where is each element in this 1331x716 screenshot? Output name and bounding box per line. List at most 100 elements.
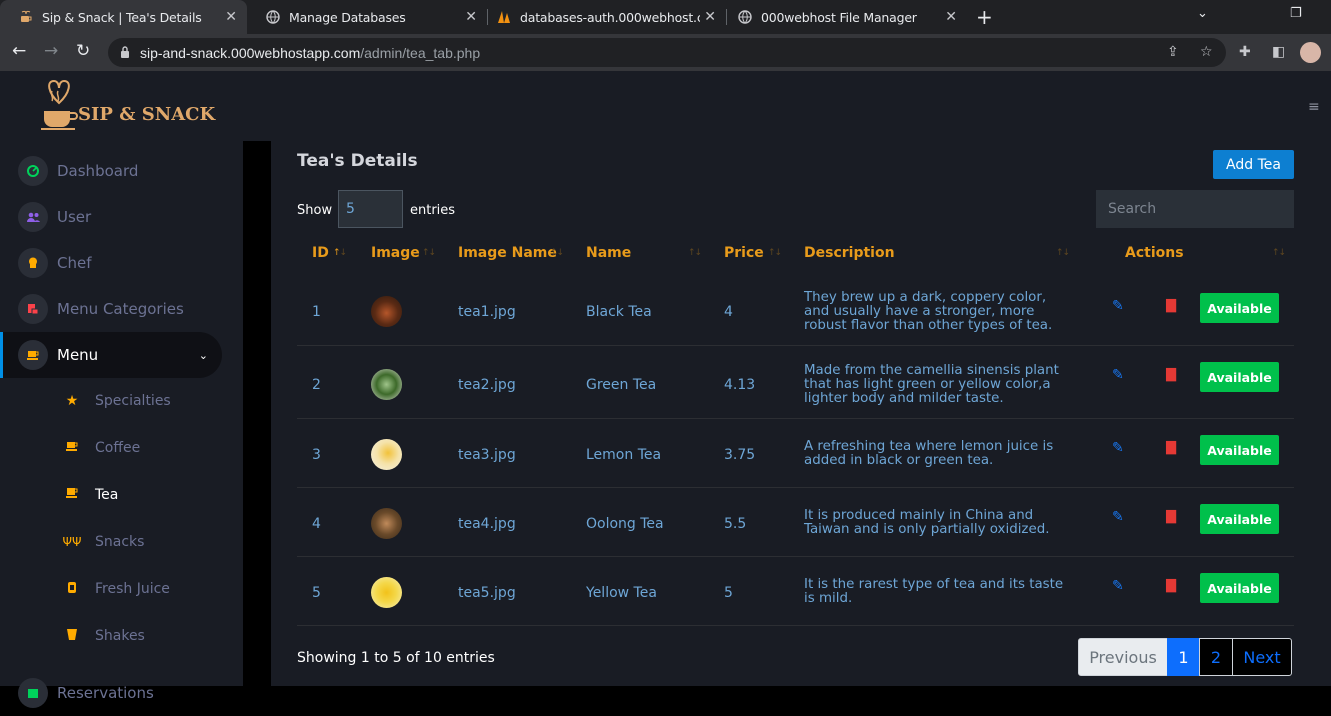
add-tea-button[interactable]: Add Tea [1213, 150, 1294, 179]
available-button[interactable]: Available [1200, 573, 1279, 603]
back-icon[interactable]: ← [12, 41, 26, 61]
cell-image-name: tea4.jpg [458, 516, 516, 532]
browser-tab[interactable]: Manage Databases ✕ [247, 0, 487, 34]
column-header-id[interactable]: ID [312, 245, 329, 261]
tab-title: databases-auth.000webhost.com [520, 9, 700, 25]
delete-trash-icon[interactable]: ▇ [1166, 367, 1176, 382]
tea-thumbnail [371, 577, 402, 608]
tea-thumbnail [371, 369, 402, 400]
extensions-icon[interactable]: ✚ [1239, 44, 1251, 60]
delete-trash-icon[interactable]: ▇ [1166, 298, 1176, 313]
entries-select[interactable]: 5 [338, 190, 403, 228]
cell-image-name: tea3.jpg [458, 447, 516, 463]
sort-icon: ↑↓ [1056, 248, 1070, 258]
edit-pencil-icon[interactable]: ✎ [1112, 367, 1124, 383]
sidebar-item-menu-categories[interactable]: Menu Categories [18, 286, 184, 332]
page-2-button[interactable]: 2 [1199, 638, 1233, 676]
tab-search-icon[interactable]: ⌄ [1197, 6, 1208, 21]
sidebar-subitem-snacks[interactable]: ΨΨ Snacks [62, 527, 145, 557]
reload-icon[interactable]: ↻ [76, 41, 90, 61]
star-icon: ★ [65, 393, 79, 409]
sidebar-subitem-coffee[interactable]: Coffee [62, 433, 140, 463]
edit-pencil-icon[interactable]: ✎ [1112, 578, 1124, 594]
chevron-down-icon: ⌄ [198, 348, 208, 362]
close-tab-icon[interactable]: ✕ [941, 9, 961, 25]
tab-title: Sip & Snack | Tea's Details [42, 9, 202, 25]
tea-icon [62, 487, 82, 503]
edit-pencil-icon[interactable]: ✎ [1112, 509, 1124, 525]
sidebar-subitem-shakes[interactable]: Shakes [62, 621, 145, 651]
coffee-icon [62, 440, 82, 456]
available-button[interactable]: Available [1200, 504, 1279, 534]
side-panel-icon[interactable]: ◧ [1272, 44, 1285, 60]
sidebar-subitem-fresh-juice[interactable]: Fresh Juice [62, 574, 170, 604]
next-page-button[interactable]: Next [1232, 638, 1292, 676]
column-header-name[interactable]: Name [586, 245, 631, 261]
show-label: Show [297, 203, 333, 218]
column-header-price[interactable]: Price [724, 245, 764, 261]
menu-book-icon [18, 294, 48, 324]
pagination: Previous 1 2 Next [1078, 638, 1292, 676]
profile-avatar[interactable] [1300, 42, 1321, 63]
snacks-icon: ΨΨ [62, 535, 82, 549]
close-tab-icon[interactable]: ✕ [461, 9, 481, 25]
cell-price: 3.75 [724, 447, 756, 463]
address-bar[interactable]: sip-and-snack.000webhostapp.com/admin/te… [108, 38, 1226, 67]
browser-tab[interactable]: 000webhost File Manager ✕ [727, 0, 967, 34]
cell-image-name: tea5.jpg [458, 585, 516, 601]
cell-image-name: tea2.jpg [458, 377, 516, 393]
browser-tab[interactable]: databases-auth.000webhost.com ✕ [488, 0, 726, 34]
sidebar-item-reservations[interactable]: Reservations [18, 670, 154, 716]
edit-pencil-icon[interactable]: ✎ [1112, 440, 1124, 456]
page-1-button[interactable]: 1 [1167, 638, 1200, 676]
entries-label: entries [410, 203, 456, 218]
cell-id: 4 [312, 516, 321, 532]
delete-trash-icon[interactable]: ▇ [1166, 509, 1176, 524]
cell-description: A refreshing tea where lemon juice is ad… [804, 439, 1054, 468]
url-text: sip-and-snack.000webhostapp.com/admin/te… [140, 44, 481, 61]
column-header-description[interactable]: Description [804, 245, 895, 261]
sidebar-item-chef[interactable]: Chef [18, 240, 92, 286]
globe-icon [737, 9, 753, 25]
sidebar-item-menu[interactable]: Menu ⌄ [0, 332, 222, 378]
delete-trash-icon[interactable]: ▇ [1166, 578, 1176, 593]
column-header-image[interactable]: Image [371, 245, 420, 261]
users-icon [18, 202, 48, 232]
sidebar-item-dashboard[interactable]: Dashboard [18, 148, 138, 194]
share-icon[interactable]: ⇪ [1167, 44, 1179, 60]
cell-id: 5 [312, 585, 321, 601]
available-button[interactable]: Available [1200, 362, 1279, 392]
table-row: 5 tea5.jpg Yellow Tea 5 It is the rarest… [297, 557, 1294, 626]
edit-pencil-icon[interactable]: ✎ [1112, 298, 1124, 314]
sidebar-subitem-tea[interactable]: Tea [62, 480, 118, 510]
page-title: Tea's Details [297, 151, 418, 171]
admin-app: SIP & SNACK ≡ Dashboard User Chef Menu C… [0, 71, 1331, 708]
forward-icon[interactable]: → [44, 41, 58, 61]
speedometer-icon [18, 156, 48, 186]
globe-icon [265, 9, 281, 25]
browser-tab-bar: Sip & Snack | Tea's Details ✕ Manage Dat… [0, 0, 1331, 34]
cell-description: They brew up a dark, coppery color, and … [804, 290, 1053, 333]
hamburger-menu-icon[interactable]: ≡ [1308, 99, 1320, 115]
sidebar-subitem-specialties[interactable]: ★ Specialties [62, 386, 171, 416]
column-header-actions[interactable]: Actions [1125, 245, 1184, 261]
browser-tab-active[interactable]: Sip & Snack | Tea's Details ✕ [0, 0, 247, 34]
search-input[interactable] [1096, 190, 1294, 228]
brand-logo[interactable]: SIP & SNACK [38, 77, 215, 135]
cell-price: 5 [724, 585, 733, 601]
new-tab-icon[interactable]: + [976, 5, 993, 29]
close-tab-icon[interactable]: ✕ [700, 9, 720, 25]
sidebar-item-user[interactable]: User [18, 194, 91, 240]
coffee-cup-icon [18, 9, 34, 25]
column-header-image-name[interactable]: Image Name [458, 245, 557, 261]
previous-page-button[interactable]: Previous [1078, 638, 1168, 676]
available-button[interactable]: Available [1200, 293, 1279, 323]
available-button[interactable]: Available [1200, 435, 1279, 465]
tea-thumbnail [371, 508, 402, 539]
close-tab-icon[interactable]: ✕ [221, 9, 241, 25]
restore-window-icon[interactable]: ❐ [1290, 6, 1302, 21]
cell-image-name: tea1.jpg [458, 304, 516, 320]
phpmyadmin-sail-icon [496, 9, 512, 25]
delete-trash-icon[interactable]: ▇ [1166, 440, 1176, 455]
bookmark-star-icon[interactable]: ☆ [1200, 44, 1213, 60]
